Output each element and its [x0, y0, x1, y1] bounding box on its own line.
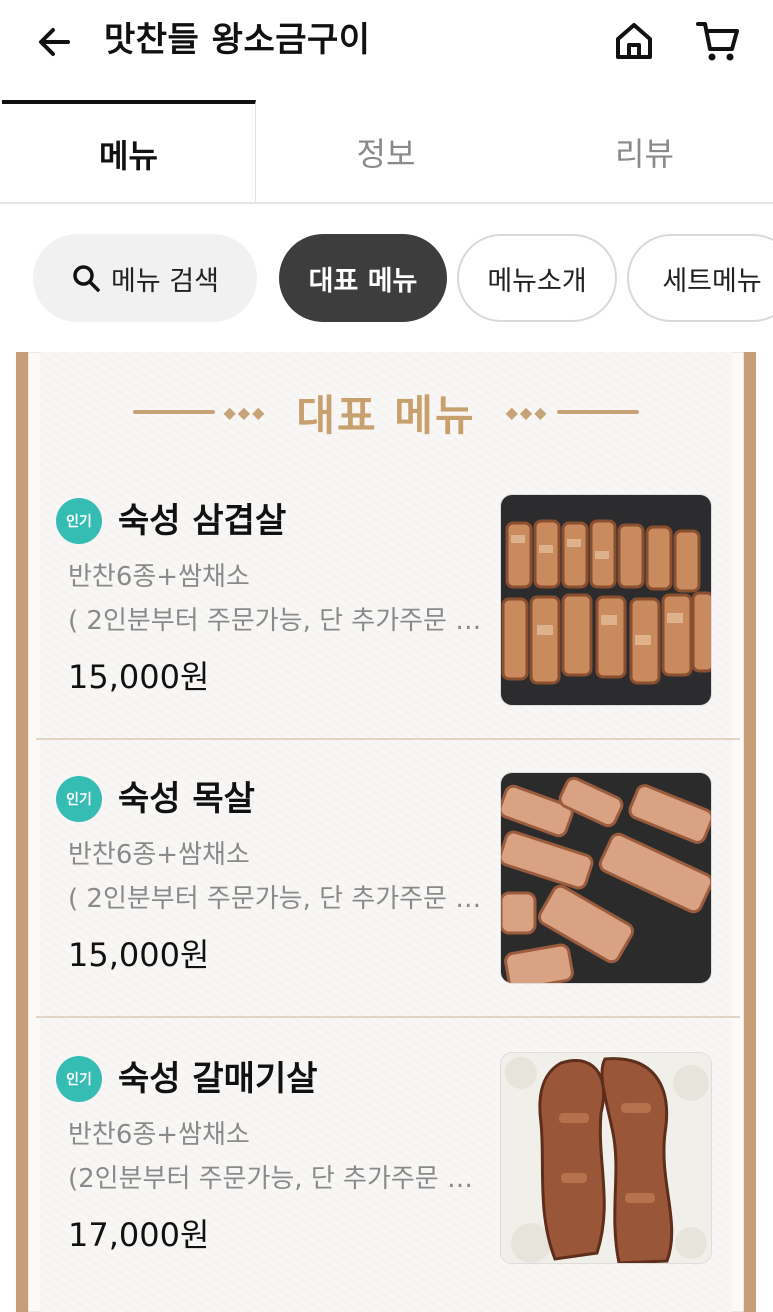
cart-icon — [696, 22, 739, 61]
menu-item[interactable]: 인기 숙성 삼겹살 반찬6종+쌈채소 ( 2인분부터 주문가능, 단 추가주문 … — [36, 462, 740, 740]
home-button[interactable] — [610, 17, 658, 65]
menu-item-name: 숙성 삼겹살 — [118, 501, 287, 541]
search-icon — [71, 263, 101, 293]
chip-menu-intro[interactable]: 메뉴소개 — [457, 234, 617, 322]
category-chips: 메뉴 검색 대표 메뉴 메뉴소개 세트메뉴 — [0, 232, 773, 324]
menu-item-note: (2인분부터 주문가능, 단 추가주문 가능) — [68, 1164, 488, 1194]
section-header: ◆◆◆ 대표 메뉴 ◆◆◆ — [28, 352, 744, 472]
tab-menu[interactable]: 메뉴 — [2, 100, 256, 204]
tab-reviews[interactable]: 리뷰 — [516, 100, 773, 204]
search-label: 메뉴 검색 — [111, 265, 219, 297]
menu-item[interactable]: 인기 숙성 목살 반찬6종+쌈채소 ( 2인분부터 주문가능, 단 추가주문 가… — [36, 740, 740, 1018]
menu-item-price: 17,000원 — [68, 1216, 210, 1254]
cart-button[interactable] — [692, 17, 744, 65]
menu-item-note: ( 2인분부터 주문가능, 단 추가주문 가능) — [68, 884, 488, 914]
chip-signature-menu[interactable]: 대표 메뉴 — [279, 234, 447, 322]
menu-item-price: 15,000원 — [68, 658, 210, 696]
left-ornament: ◆◆◆ — [133, 403, 274, 422]
pork-neck-photo — [500, 772, 712, 984]
menu-item-desc: 반찬6종+쌈채소 — [68, 1120, 250, 1150]
menu-item-name: 숙성 목살 — [118, 779, 255, 819]
tab-info[interactable]: 정보 — [258, 100, 514, 204]
menu-search-button[interactable]: 메뉴 검색 — [33, 234, 257, 322]
menu-item-desc: 반찬6종+쌈채소 — [68, 562, 250, 592]
chip-set-menu[interactable]: 세트메뉴 — [627, 234, 773, 322]
back-button[interactable] — [30, 18, 78, 66]
popular-badge: 인기 — [56, 1056, 102, 1102]
right-ornament: ◆◆◆ — [498, 403, 639, 422]
tab-bar: 메뉴 정보 리뷰 — [0, 100, 773, 204]
home-icon — [616, 23, 652, 59]
app-header: 맛찬들 왕소금구이 — [0, 0, 773, 82]
popular-badge: 인기 — [56, 776, 102, 822]
skirt-meat-photo — [500, 1052, 712, 1264]
arrow-left-icon — [39, 28, 70, 56]
menu-item-name: 숙성 갈매기살 — [118, 1059, 318, 1099]
section-title: 대표 메뉴 — [296, 390, 476, 440]
pork-belly-photo — [500, 494, 712, 706]
page-title: 맛찬들 왕소금구이 — [104, 20, 371, 60]
menu-item-note: ( 2인분부터 주문가능, 단 추가주문 가능) — [68, 606, 488, 636]
menu-item-price: 15,000원 — [68, 936, 210, 974]
menu-item-desc: 반찬6종+쌈채소 — [68, 840, 250, 870]
menu-item[interactable]: 인기 숙성 갈매기살 반찬6종+쌈채소 (2인분부터 주문가능, 단 추가주문 … — [36, 1020, 740, 1298]
popular-badge: 인기 — [56, 498, 102, 544]
